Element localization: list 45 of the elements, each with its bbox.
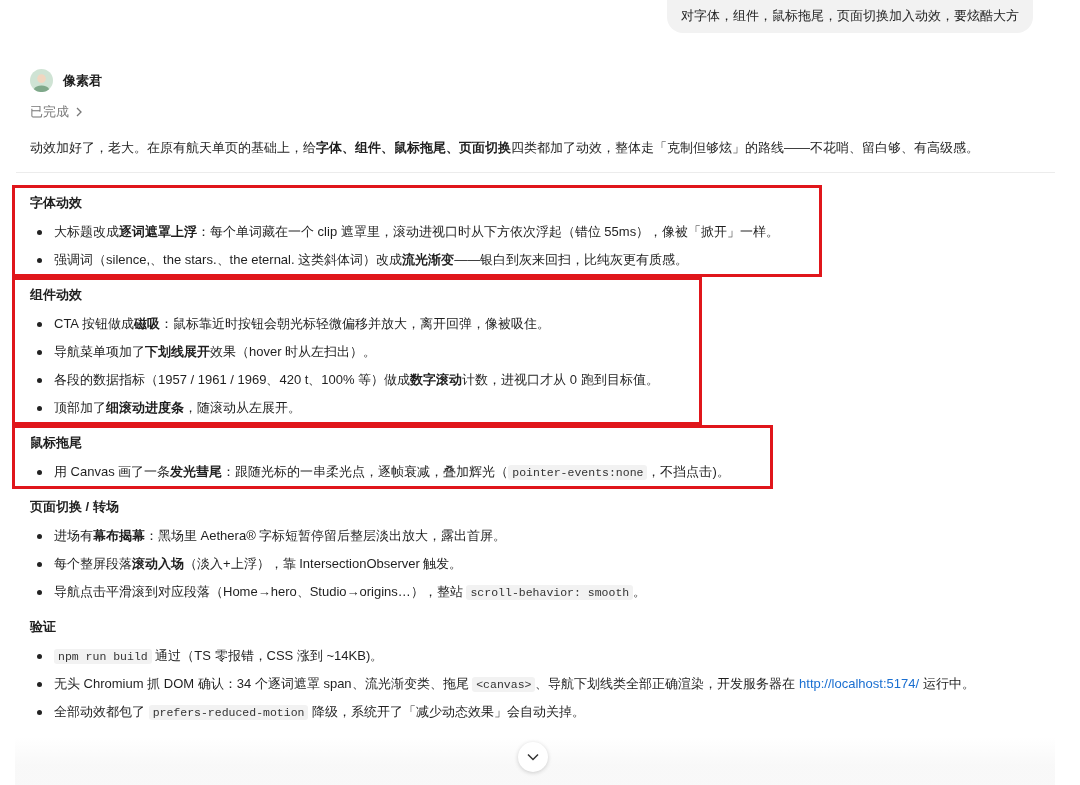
chevron-down-icon [527, 753, 539, 761]
bullet-icon [37, 349, 42, 355]
bullet-text: 导航菜单项加了下划线展开效果（hover 时从左扫出）。 [54, 343, 377, 361]
bullet-icon [37, 653, 42, 659]
chevron-right-icon[interactable] [75, 107, 83, 117]
inline-code: scroll-behavior: smooth [466, 585, 634, 600]
bullet-icon [37, 377, 42, 383]
bullet-icon [37, 469, 42, 475]
bullet-text: npm run build 通过（TS 零报错，CSS 涨到 ~14KB)。 [54, 647, 384, 665]
bullet-icon [37, 681, 42, 687]
bullet-icon [37, 257, 42, 263]
bullet-icon [37, 321, 42, 327]
intro-paragraph: 动效加好了，老大。在原有航天单页的基础上，给字体、组件、鼠标拖尾、页面切换四类都加了动效，整体走「克制但够炫」的路线——不花哨、留白够、有高级感。 [30, 139, 980, 157]
section-heading: 页面切换 / 转场 [30, 498, 119, 516]
bullet-icon [37, 229, 42, 235]
user-message: 对字体，组件，鼠标拖尾，页面切换加入动效，要炫酷大方 [667, 0, 1033, 33]
bullet-text: 每个整屏段落滚动入场（淡入+上浮），靠 IntersectionObserver 触发。 [54, 555, 463, 573]
bullet-icon [37, 533, 42, 539]
bullet-text: 各段的数据指标（1957 / 1961 / 1969、420 t、100% 等）做成数字滚动计数，进视口才从 0 跑到目标值。 [54, 371, 659, 389]
localhost-link[interactable]: http://localhost:5174/ [799, 676, 920, 691]
bullet-icon [37, 709, 42, 715]
bullet-text: CTA 按钮做成磁吸：鼠标靠近时按钮会朝光标轻微偏移并放大，离开回弹，像被吸住。 [54, 315, 550, 333]
inline-code: pointer-events:none [508, 465, 648, 480]
section-heading: 组件动效 [30, 286, 82, 304]
avatar-icon [30, 69, 53, 92]
inline-code: npm run build [54, 649, 152, 664]
bullet-text: 用 Canvas 画了一条发光彗尾：跟随光标的一串柔光点，逐帧衰减，叠加辉光（ pointer-events:none ，不挡点击)。 [54, 463, 730, 481]
inline-code: prefers-reduced-motion [148, 705, 309, 720]
bullet-text: 强调词（silence,、the stars.、the eternal. 这类斜体词）改成流光渐变——银白到灰来回扫，比纯灰更有质感。 [54, 251, 689, 269]
bullet-icon [37, 561, 42, 567]
scroll-down-button[interactable] [518, 742, 548, 772]
bullet-text: 无头 Chromium 抓 DOM 确认：34 个逐词遮罩 span、流光渐变类、拖尾 <canvas> 、导航下划线类全部正确渲染，开发服务器在 http://localhost:5174/ 运行中。 [54, 675, 975, 693]
bullet-icon [37, 405, 42, 411]
section-heading: 验证 [30, 618, 56, 636]
bullet-icon [37, 589, 42, 595]
bullet-text: 全部动效都包了 prefers-reduced-motion 降级，系统开了「减少动态效果」会自动关掉。 [54, 703, 586, 721]
bullet-text: 顶部加了细滚动进度条，随滚动从左展开。 [54, 399, 301, 417]
bullet-text: 导航点击平滑滚到对应段落（Home→hero、Studio→origins…），整站 scroll-behavior: smooth 。 [54, 583, 647, 601]
bullet-text: 进场有幕布揭幕：黑场里 Aethera® 字标短暂停留后整层淡出放大，露出首屏。 [54, 527, 507, 545]
inline-code: <canvas> [472, 677, 536, 692]
status-label[interactable]: 已完成 [30, 102, 69, 122]
bullet-text: 大标题改成逐词遮罩上浮：每个单词藏在一个 clip 遮罩里，滚动进视口时从下方依次浮起（错位 55ms），像被「掀开」一样。 [54, 223, 780, 241]
assistant-name: 像素君 [63, 71, 102, 90]
section-heading: 鼠标拖尾 [30, 434, 82, 452]
section-heading: 字体动效 [30, 194, 82, 212]
